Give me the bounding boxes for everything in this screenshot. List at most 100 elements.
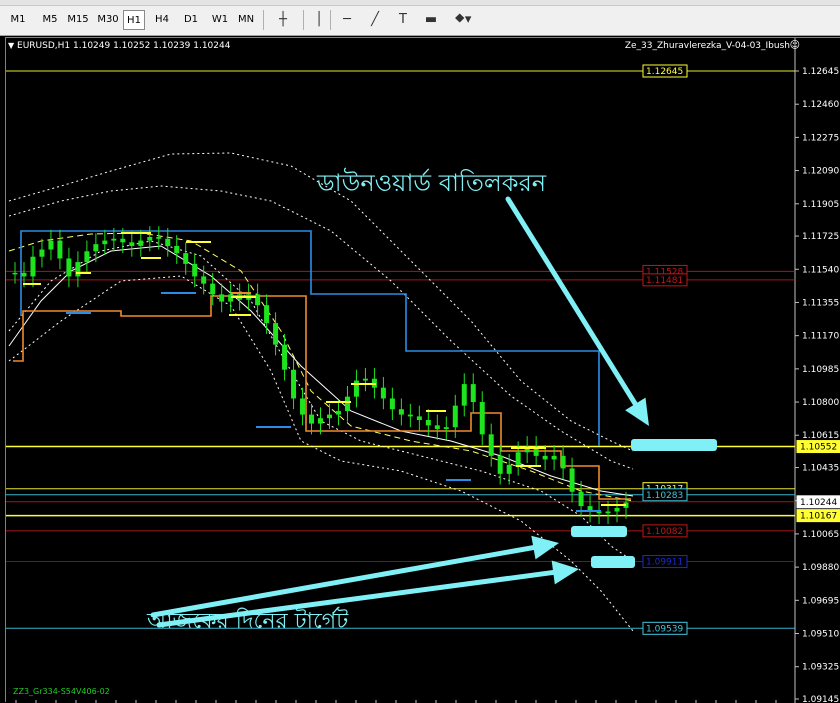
candle-body	[362, 378, 368, 381]
candle-body	[335, 411, 341, 415]
timeframe-d1[interactable]: D1	[180, 10, 202, 30]
candle-body	[443, 427, 449, 429]
toolbar-separator	[330, 10, 331, 30]
timeframe-h1[interactable]: H1	[123, 10, 145, 30]
candle-body	[353, 380, 359, 397]
down-arrow-shaft	[505, 196, 638, 407]
candle-body	[201, 276, 207, 284]
candle-body	[344, 396, 350, 412]
candle-body	[614, 507, 620, 512]
timeframe-h4[interactable]: H4	[151, 10, 173, 30]
toolbar-separator	[303, 10, 304, 30]
y-axis-tick-label: 1.11540	[802, 265, 839, 275]
lower-envelope-line	[8, 275, 634, 632]
y-axis-tick-label: 1.11905	[802, 200, 839, 210]
chart-toolbar: M1 M5 M15 M30 H1 H4 D1 W1 MN ┼ │ ─ ╱ T ▬ ⯁▾	[0, 0, 840, 36]
lower-envelope-line	[8, 240, 634, 562]
symbol-info-text: EURUSD,H1 1.10249 1.10252 1.10239 1.1024…	[17, 41, 231, 51]
y-axis-tick-label: 1.12460	[802, 100, 839, 110]
timeframe-m15[interactable]: M15	[64, 10, 92, 30]
price-level-tag-label: 1.10082	[646, 527, 683, 537]
candle-body	[165, 238, 171, 246]
candle-body	[309, 414, 315, 424]
target-arrow-head	[551, 560, 579, 585]
candle-body	[560, 455, 566, 469]
candle-body	[542, 455, 548, 460]
timeframe-w1[interactable]: W1	[209, 10, 231, 30]
y-axis-tick-label: 1.09695	[802, 596, 839, 606]
toolbar-top-strip	[0, 0, 840, 6]
candle-body	[569, 468, 575, 492]
y-axis-tick-label: 1.09510	[802, 630, 839, 640]
timeframe-m30[interactable]: M30	[94, 10, 122, 30]
candle-body	[605, 511, 611, 514]
candle-body	[129, 242, 135, 246]
horizontal-line-icon[interactable]: ─	[337, 10, 357, 30]
timeframe-mn[interactable]: MN	[235, 10, 257, 30]
price-level-tag-label: 1.12645	[646, 67, 683, 77]
y-axis-tick-label: 1.10065	[802, 530, 839, 540]
y-axis-tick-label: 1.12645	[802, 67, 839, 77]
candle-body	[506, 464, 512, 474]
y-axis-tick-label: 1.12090	[802, 167, 839, 177]
collapse-arrow-icon[interactable]: ▼	[8, 41, 14, 50]
indicator-name: Ze_33_Zhuravlerezka_V-04-03_Ibush	[624, 41, 790, 51]
candle-body	[291, 369, 297, 399]
candle-body	[578, 491, 584, 507]
candle-body	[282, 344, 288, 370]
candle-body	[497, 455, 503, 474]
indicator-label: Ze_33_Zhuravlerezka_V-04-03_Ibush	[625, 41, 790, 51]
candle-body	[147, 236, 153, 241]
candle-body	[156, 236, 162, 239]
shapes-dropdown-icon[interactable]: ⯁▾	[449, 10, 477, 30]
label-icon[interactable]: ▬	[421, 10, 441, 30]
price-level-tag-label: 1.10167	[800, 512, 837, 522]
timeframe-m1[interactable]: M1	[6, 10, 30, 30]
candle-body	[318, 418, 323, 424]
crosshair-icon[interactable]: ┼	[273, 10, 293, 30]
candle-body	[39, 249, 45, 257]
price-level-tag-label: 1.11481	[646, 276, 683, 286]
candle-body	[48, 240, 54, 250]
candle-body	[192, 263, 198, 277]
vertical-line-icon[interactable]: │	[309, 10, 329, 30]
candle-body	[488, 434, 494, 456]
candle-body	[416, 416, 422, 420]
y-axis-tick-label: 1.09325	[802, 663, 839, 673]
moving-average-line	[8, 245, 634, 497]
highlight-box	[571, 526, 627, 537]
candle-body	[30, 256, 36, 277]
text-icon[interactable]: T	[393, 10, 413, 30]
price-chart[interactable]: 1.12645 1.12460 1.12275 1.12090 1.11905 1.117…	[6, 38, 840, 703]
y-axis-tick-label: 1.10985	[802, 365, 839, 375]
price-level-tag-label: 1.09539	[646, 624, 683, 634]
candle-body	[75, 262, 81, 277]
footer-indicator-label: ZZ3_Gr334-S54V406-02	[13, 687, 110, 696]
candle-body	[300, 398, 306, 415]
y-axis-tick-label: 1.12275	[802, 133, 839, 143]
candle-body	[326, 414, 332, 419]
candle-body	[120, 238, 126, 243]
timeframe-m5[interactable]: M5	[38, 10, 62, 30]
chart-window[interactable]: 1.12645 1.12460 1.12275 1.12090 1.11905 1.117…	[5, 37, 840, 703]
upper-envelope-line	[8, 152, 634, 452]
toolbar-separator	[263, 10, 264, 30]
candle-body	[407, 414, 413, 417]
annotation-downward-cancel: ডাউনওয়ার্ড বাতিলকরন	[316, 168, 547, 197]
trendline-icon[interactable]: ╱	[365, 10, 385, 30]
y-axis-tick-label: 1.09880	[802, 563, 839, 573]
highlight-box	[631, 439, 717, 451]
candle-body	[389, 398, 395, 410]
candle-body	[93, 244, 99, 252]
orange-step-line	[13, 295, 631, 500]
candle-body	[12, 272, 18, 275]
y-axis-tick-label: 1.10800	[802, 398, 839, 408]
down-arrow-head	[625, 397, 649, 426]
ma-dashed-line	[8, 232, 634, 502]
candle-body	[111, 238, 117, 241]
candle-body	[398, 409, 404, 415]
candle-body	[66, 258, 72, 277]
candle-body	[84, 251, 90, 263]
candle-body	[264, 305, 270, 324]
candle-body	[183, 253, 189, 264]
